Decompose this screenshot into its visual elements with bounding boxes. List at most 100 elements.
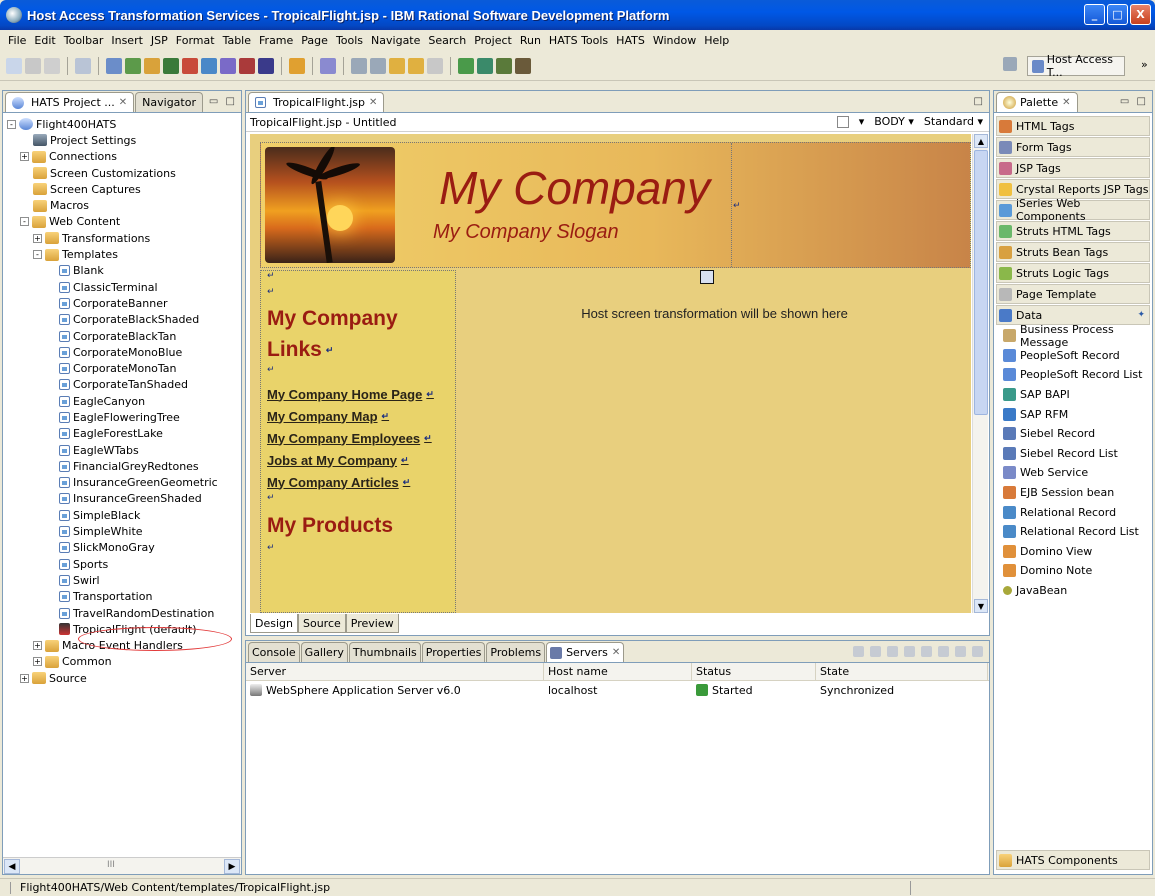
pin-icon[interactable]: ✦ [1137, 310, 1145, 320]
scroll-thumb[interactable] [974, 150, 988, 415]
tree-item-simplewhite[interactable]: SimpleWhite [3, 523, 241, 539]
host-terminal-icon[interactable] [458, 57, 474, 74]
perspective-more[interactable]: » [1141, 58, 1148, 71]
tab-properties[interactable]: Properties [421, 642, 486, 662]
editor-vscroll[interactable]: ▲ ▼ [972, 134, 988, 613]
next-annotation-icon[interactable] [351, 57, 367, 74]
tree-item-flight400hats[interactable]: - Flight400HATS [3, 116, 241, 132]
tree-item-screen-customizations[interactable]: Screen Customizations [3, 165, 241, 181]
j2ee-icon[interactable] [239, 57, 255, 74]
column-status[interactable]: Status [692, 663, 816, 680]
palette-drawer-hats-components[interactable]: HATS Components [996, 850, 1150, 870]
scroll-down-icon[interactable]: ▼ [974, 599, 988, 613]
tree-item-slickmonogray[interactable]: SlickMonoGray [3, 540, 241, 556]
menu-jsp[interactable]: JSP [147, 34, 172, 47]
body-dropdown[interactable]: BODY ▾ [874, 115, 914, 128]
close-icon[interactable]: ✕ [612, 647, 620, 658]
tree-item-simpleblack[interactable]: SimpleBlack [3, 507, 241, 523]
tree-item-connections[interactable]: + Connections [3, 149, 241, 165]
tree-item-corporatetanshaded[interactable]: CorporateTanShaded [3, 377, 241, 393]
tree-item-web-content[interactable]: - Web Content [3, 214, 241, 230]
sidebar-link-my-company-map[interactable]: My Company Map ↵ [267, 405, 455, 427]
palette-item-siebel-record[interactable]: Siebel Record [996, 423, 1150, 444]
tab-hats-project[interactable]: HATS Project ... ✕ [5, 92, 135, 112]
palette-drawer-html-tags[interactable]: HTML Tags [996, 116, 1150, 136]
tree-item-corporatemonoblue[interactable]: CorporateMonoBlue [3, 344, 241, 360]
tree-item-eaglewtabs[interactable]: EagleWTabs [3, 442, 241, 458]
menu-frame[interactable]: Frame [255, 34, 297, 47]
tab-gallery[interactable]: Gallery [300, 642, 348, 662]
collapse-icon[interactable]: - [20, 217, 29, 227]
palette-drawer-struts-html-tags[interactable]: Struts HTML Tags [996, 221, 1150, 241]
close-icon[interactable]: ✕ [1062, 97, 1070, 108]
palette-drawer-iseries-web-components[interactable]: iSeries Web Components [996, 197, 1150, 223]
back-icon[interactable] [389, 57, 405, 74]
stop-icon[interactable] [921, 646, 932, 657]
tree-item-corporateblackshaded[interactable]: CorporateBlackShaded [3, 312, 241, 328]
edit-icon[interactable] [320, 57, 336, 74]
tree-hscroll[interactable]: ◀ III ▶ [3, 857, 241, 874]
close-icon[interactable]: ✕ [119, 97, 127, 108]
host-component-icon[interactable] [700, 270, 714, 284]
tab-servers[interactable]: Servers ✕ [546, 642, 625, 662]
hats-transform-icon[interactable] [163, 57, 179, 74]
publish-icon[interactable] [938, 646, 949, 657]
tree-item-financialgreyredtones[interactable]: FinancialGreyRedtones [3, 458, 241, 474]
menu-insert[interactable]: Insert [107, 34, 147, 47]
deploy-icon[interactable] [258, 57, 274, 74]
sidebar-link-my-company-employees[interactable]: My Company Employees ↵ [267, 427, 455, 449]
tab-palette[interactable]: Palette ✕ [996, 92, 1078, 112]
menu-project[interactable]: Project [470, 34, 516, 47]
sidebar-link-my-company-home-page[interactable]: My Company Home Page ↵ [267, 383, 455, 405]
run-icon[interactable] [289, 57, 305, 74]
palette-item-domino-view[interactable]: Domino View [996, 541, 1150, 562]
column-server[interactable]: Server [246, 663, 544, 680]
palette-drawer-page-template[interactable]: Page Template [996, 284, 1150, 304]
tree-item-classicterminal[interactable]: ClassicTerminal [3, 279, 241, 295]
design-canvas[interactable]: My Company My Company Slogan ↵ ↵ ↵ My Co… [250, 134, 971, 613]
minimize-icon[interactable] [972, 646, 983, 657]
layout-toggle-icon[interactable] [836, 115, 849, 128]
tab-source[interactable]: Source [297, 614, 346, 633]
view-minmax-icon[interactable]: ▭ □ [209, 96, 237, 107]
tree-item-eaglefloweringtree[interactable]: EagleFloweringTree [3, 409, 241, 425]
profile-icon[interactable] [887, 646, 898, 657]
tree-item-transportation[interactable]: Transportation [3, 589, 241, 605]
debug-icon[interactable] [853, 646, 864, 657]
menu-navigate[interactable]: Navigate [367, 34, 424, 47]
palette-item-sap-rfm[interactable]: SAP RFM [996, 404, 1150, 424]
collapse-icon[interactable]: - [7, 119, 16, 129]
chevron-down-icon[interactable]: ▾ [859, 115, 865, 128]
palette-item-ejb-session-bean[interactable]: EJB Session bean [996, 482, 1150, 503]
tree-item-source[interactable]: + Source [3, 670, 241, 686]
hats-event-icon[interactable] [220, 57, 236, 74]
minimize-button[interactable]: _ [1084, 4, 1105, 25]
host-connect-icon[interactable] [477, 57, 493, 74]
palette-drawer-crystal-reports-jsp-tags[interactable]: Crystal Reports JSP Tags [996, 179, 1150, 199]
expand-icon[interactable]: + [33, 641, 42, 651]
tree-item-insurancegreengeometric[interactable]: InsuranceGreenGeometric [3, 475, 241, 491]
forward-icon[interactable] [427, 57, 443, 74]
hats-new-project-icon[interactable] [106, 57, 122, 74]
view-menu-icon[interactable] [955, 646, 966, 657]
tree-item-sports[interactable]: Sports [3, 556, 241, 572]
standard-dropdown[interactable]: Standard ▾ [924, 115, 983, 128]
table-row[interactable]: WebSphere Application Server v6.0 localh… [246, 681, 989, 699]
tree-item-macros[interactable]: Macros [3, 197, 241, 213]
tree-item-blank[interactable]: Blank [3, 263, 241, 279]
menu-toolbar[interactable]: Toolbar [60, 34, 108, 47]
menu-search[interactable]: Search [424, 34, 470, 47]
menu-window[interactable]: Window [649, 34, 700, 47]
tree-item-common[interactable]: + Common [3, 654, 241, 670]
expand-icon[interactable]: + [33, 657, 42, 667]
palette-item-web-service[interactable]: Web Service [996, 463, 1150, 483]
start-icon[interactable] [870, 646, 881, 657]
host-macro-icon[interactable] [496, 57, 512, 74]
sidebar-link-jobs-at-my-company[interactable]: Jobs at My Company ↵ [267, 449, 455, 471]
palette-item-relational-record-list[interactable]: Relational Record List [996, 521, 1150, 542]
hats-new-screen-icon[interactable] [125, 57, 141, 74]
tab-design[interactable]: Design [250, 614, 298, 633]
new-icon[interactable] [6, 57, 22, 74]
palette-drawer-struts-logic-tags[interactable]: Struts Logic Tags [996, 263, 1150, 283]
hats-capture-icon[interactable] [201, 57, 217, 74]
